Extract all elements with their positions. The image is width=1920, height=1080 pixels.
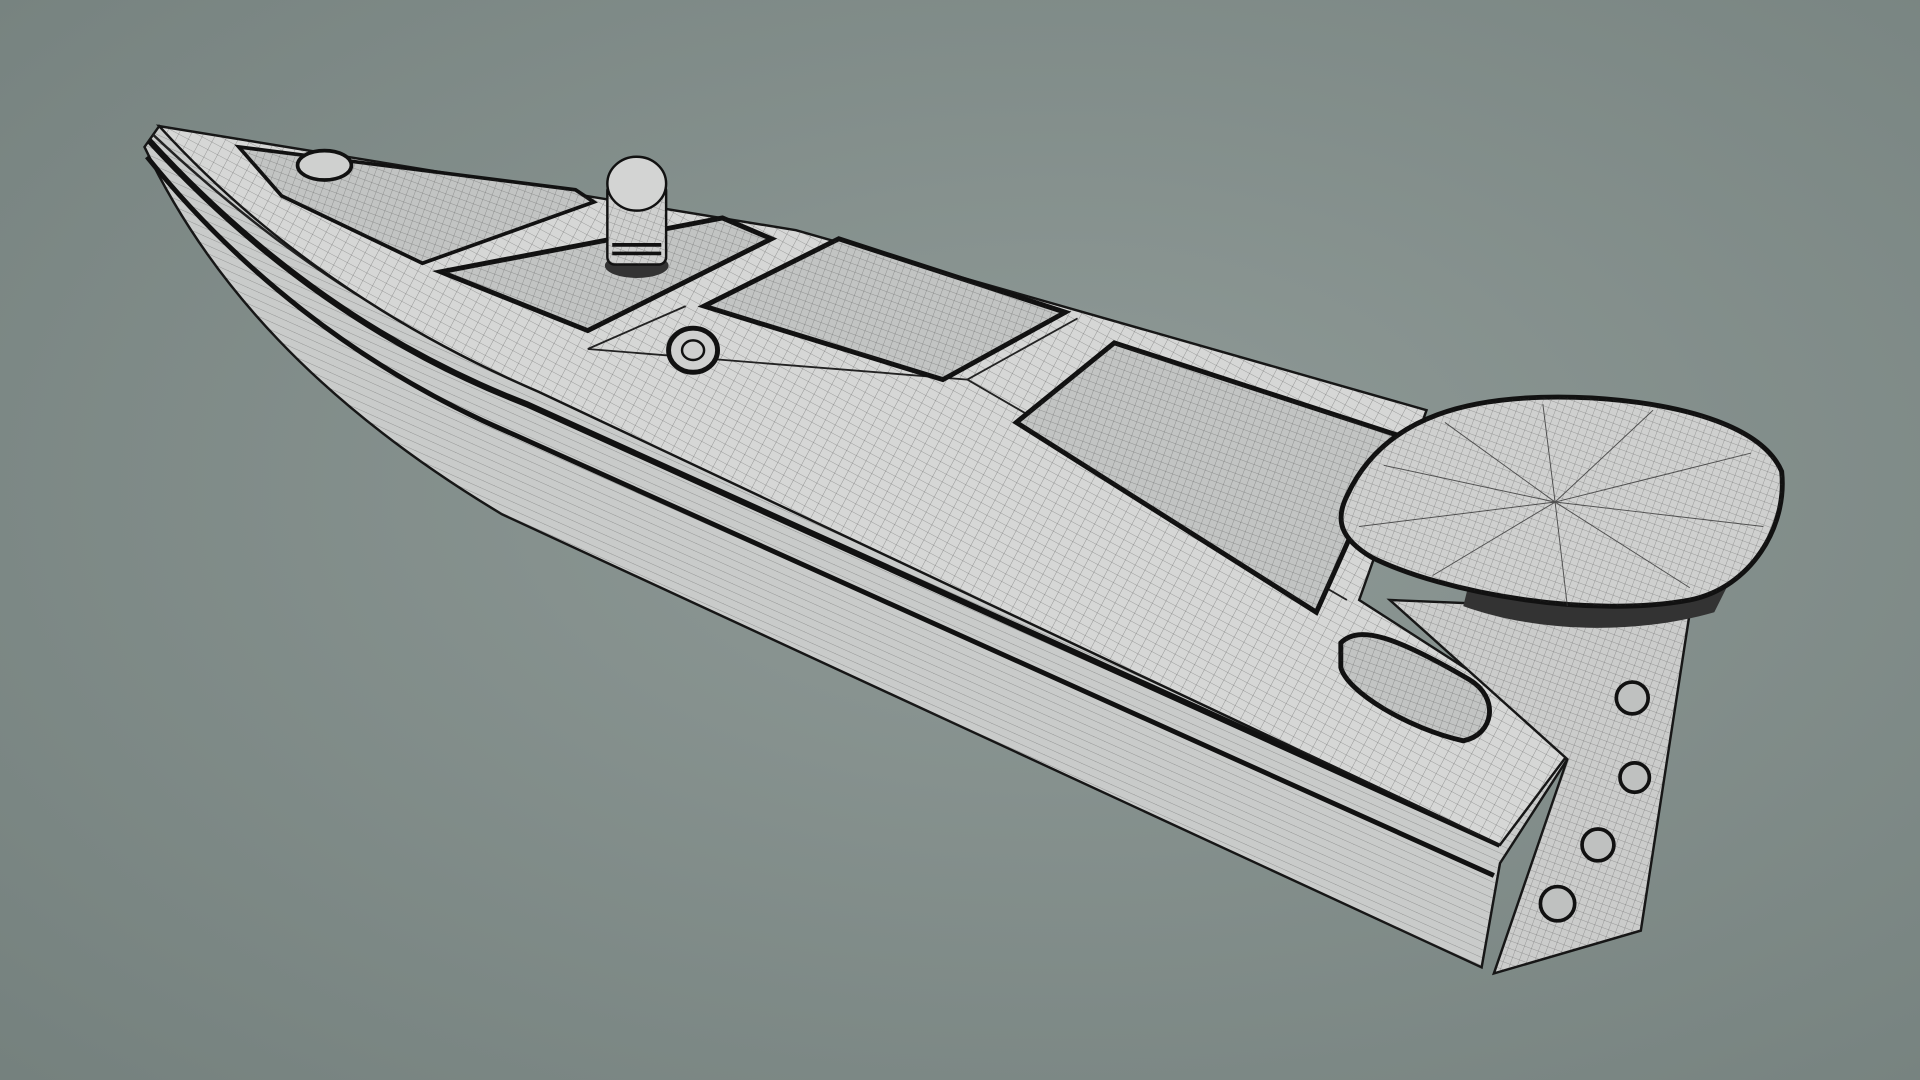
bow-dome xyxy=(295,148,354,182)
deck-port xyxy=(666,325,720,375)
sensor-mast xyxy=(604,155,669,278)
wireframe-boat-render xyxy=(0,0,1920,1080)
